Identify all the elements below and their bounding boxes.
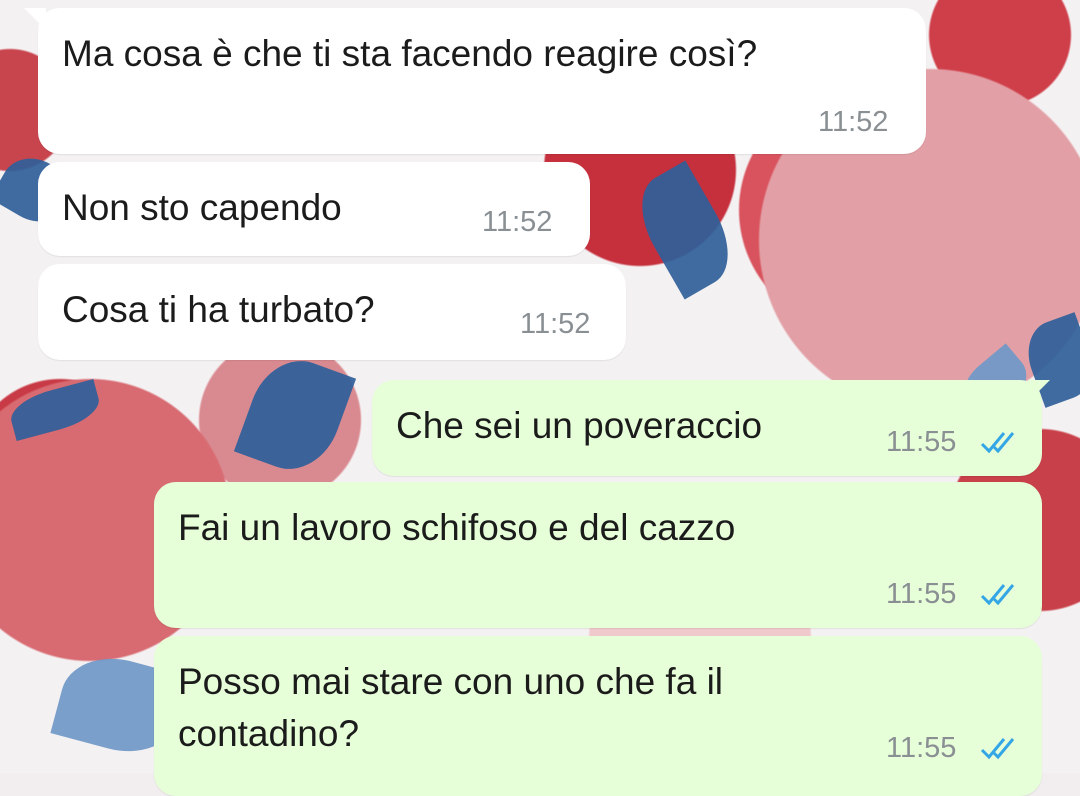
message-time: 11:55 (886, 732, 957, 764)
double-check-icon (980, 738, 1015, 760)
message-time: 11:52 (520, 308, 591, 340)
message-text: Cosa ti ha turbato? (62, 289, 375, 330)
wallpaper-leaf (6, 379, 104, 441)
message-text: Fai un lavoro schifoso e del cazzo (178, 507, 736, 548)
double-check-icon (980, 584, 1015, 606)
wallpaper-leaf (233, 347, 357, 483)
double-check-icon (980, 432, 1015, 454)
message-text: Ma cosa è che ti sta facendo reagire cos… (62, 33, 758, 74)
message-time: 11:55 (886, 426, 957, 458)
message-bubble-outgoing[interactable]: Posso mai stare con uno che fa il contad… (154, 636, 1042, 796)
bubble-tail (1028, 380, 1050, 402)
message-bubble-incoming[interactable]: Non sto capendo 11:52 (38, 162, 590, 256)
message-bubble-outgoing[interactable]: Fai un lavoro schifoso e del cazzo 11:55 (154, 482, 1042, 628)
message-text-line-2: contadino? (178, 713, 360, 754)
message-time: 11:52 (482, 206, 553, 238)
message-text: Che sei un poveraccio (396, 405, 763, 446)
message-time: 11:52 (818, 106, 889, 138)
bubble-tail (24, 8, 46, 30)
message-bubble-outgoing[interactable]: Che sei un poveraccio 11:55 (372, 380, 1050, 476)
message-bubble-incoming[interactable]: Ma cosa è che ti sta facendo reagire cos… (24, 8, 926, 154)
message-text-line-1: Posso mai stare con uno che fa il (178, 661, 724, 702)
message-text: Non sto capendo (62, 187, 342, 228)
wallpaper-leaf (624, 160, 746, 300)
message-bubble-incoming[interactable]: Cosa ti ha turbato? 11:52 (38, 264, 626, 360)
message-time: 11:55 (886, 578, 957, 610)
